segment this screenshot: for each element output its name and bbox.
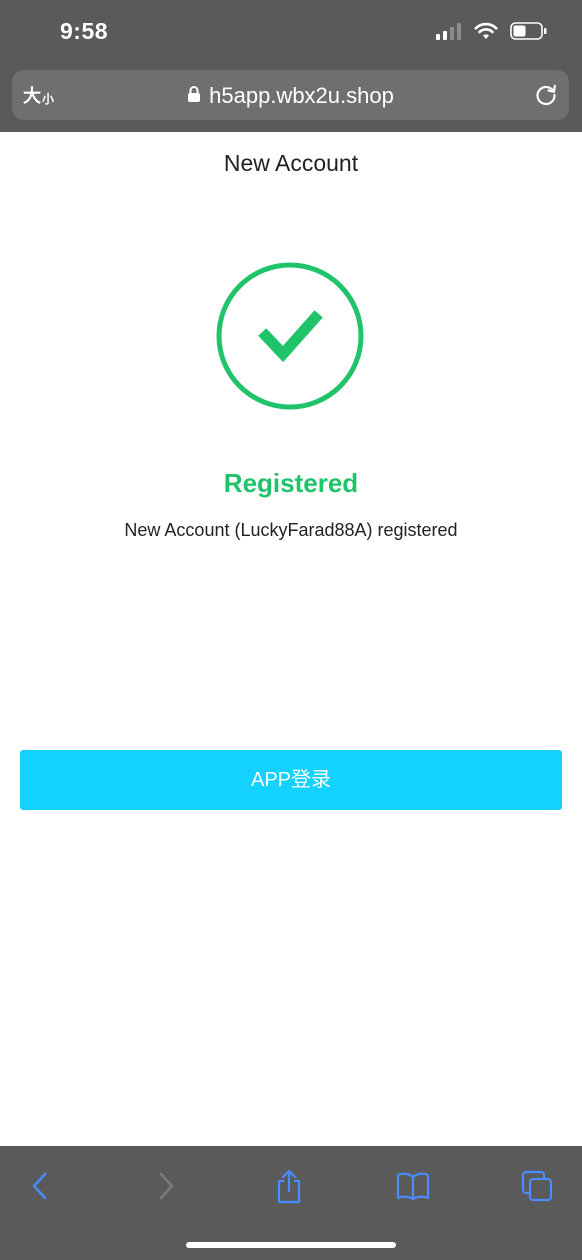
reload-icon[interactable] [533,82,559,108]
battery-icon [510,21,548,45]
result-description: New Account (LuckyFarad88A) registered [124,520,458,540]
lock-icon [187,83,201,109]
browser-toolbar [0,1146,582,1260]
app-login-button[interactable]: APP登录 [20,750,562,810]
bookmarks-icon[interactable] [393,1166,433,1206]
wifi-icon [474,22,498,45]
browser-address-area: 大小 h5app.wbx2u.shop [0,66,582,132]
home-indicator [186,1242,396,1248]
back-icon[interactable] [20,1166,60,1206]
cellular-signal-icon [436,22,462,45]
url-text: h5app.wbx2u.shop [209,83,394,108]
status-bar: 9:58 [0,0,582,66]
tabs-icon[interactable] [517,1166,557,1206]
page-title: New Account [223,150,359,176]
status-time: 9:58 [60,18,109,44]
result-title: Registered [223,468,359,498]
success-check-icon [214,260,366,412]
url-display[interactable]: h5app.wbx2u.shop [12,83,569,109]
address-bar[interactable]: 大小 h5app.wbx2u.shop [12,70,569,120]
status-icons [436,21,548,45]
forward-icon[interactable] [146,1166,186,1206]
share-icon[interactable] [269,1166,309,1206]
